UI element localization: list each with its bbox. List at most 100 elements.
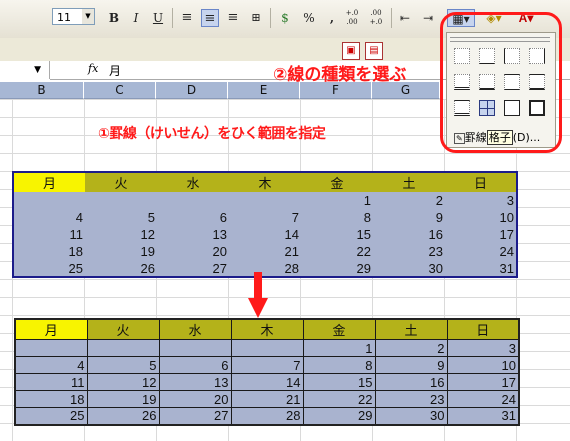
day-cell[interactable]: 27	[158, 407, 232, 425]
day-cell[interactable]: 22	[302, 390, 376, 408]
day-cell[interactable]: 24	[445, 243, 517, 260]
day-header[interactable]: 金	[301, 172, 373, 192]
day-header[interactable]: 月	[14, 318, 88, 340]
day-cell[interactable]: 10	[445, 209, 517, 226]
day-cell[interactable]: 6	[157, 209, 229, 226]
column-header-c[interactable]: C	[84, 82, 156, 99]
day-cell[interactable]: 9	[374, 356, 448, 374]
font-size-select[interactable]: 11 ▼	[52, 8, 95, 25]
day-cell[interactable]: 15	[301, 226, 373, 243]
increase-decimal-button[interactable]: +.0 .00	[343, 9, 361, 27]
day-cell[interactable]: 3	[446, 339, 520, 357]
comma-button[interactable]: ,	[323, 9, 341, 27]
calendar-with-borders[interactable]: 月 火 水 木 金 土 日 1 2 3 4 5 6 7 8 9 10 11 12…	[14, 318, 520, 426]
day-header[interactable]: 木	[230, 318, 304, 340]
day-cell[interactable]: 16	[373, 226, 445, 243]
day-cell[interactable]: 1	[301, 192, 373, 209]
day-cell[interactable]: 20	[157, 243, 229, 260]
day-cell[interactable]: 11	[14, 373, 88, 391]
day-cell[interactable]: 18	[13, 243, 85, 260]
day-cell[interactable]: 26	[86, 407, 160, 425]
day-cell[interactable]: 7	[229, 209, 301, 226]
drawing-icon[interactable]: ▤	[365, 42, 383, 60]
day-header[interactable]: 月	[13, 172, 85, 192]
day-header[interactable]: 水	[157, 172, 229, 192]
day-cell[interactable]: 21	[229, 243, 301, 260]
merge-center-icon[interactable]: ⊞	[247, 9, 265, 27]
currency-icon[interactable]: $	[276, 9, 294, 27]
day-cell[interactable]: 15	[302, 373, 376, 391]
day-cell[interactable]: 5	[86, 356, 160, 374]
day-cell[interactable]: 8	[302, 356, 376, 374]
underline-button[interactable]: U	[149, 9, 167, 27]
day-header[interactable]: 日	[445, 172, 517, 192]
day-header[interactable]: 土	[373, 172, 445, 192]
decrease-decimal-button[interactable]: .00 +.0	[367, 9, 385, 27]
day-cell[interactable]: 28	[230, 407, 304, 425]
day-header[interactable]: 金	[302, 318, 376, 340]
day-header[interactable]: 火	[85, 172, 157, 192]
day-cell[interactable]: 2	[373, 192, 445, 209]
column-header-b[interactable]: B	[0, 82, 84, 99]
day-cell[interactable]: 6	[158, 356, 232, 374]
percent-button[interactable]: %	[300, 9, 318, 27]
day-cell[interactable]: 31	[446, 407, 520, 425]
day-cell[interactable]: 30	[373, 260, 445, 277]
day-cell[interactable]: 23	[374, 390, 448, 408]
day-cell[interactable]	[85, 192, 157, 209]
day-cell[interactable]: 19	[85, 243, 157, 260]
day-cell[interactable]: 4	[14, 356, 88, 374]
align-right-icon[interactable]: ≡	[224, 9, 242, 27]
day-cell[interactable]	[13, 192, 85, 209]
day-cell[interactable]: 7	[230, 356, 304, 374]
day-header[interactable]: 木	[229, 172, 301, 192]
increase-indent-icon[interactable]: ⇥	[419, 9, 437, 27]
formula-value[interactable]: 月	[109, 62, 121, 79]
day-cell[interactable]: 20	[158, 390, 232, 408]
day-cell[interactable]: 29	[302, 407, 376, 425]
day-cell[interactable]	[14, 339, 88, 357]
day-cell[interactable]: 16	[374, 373, 448, 391]
day-cell[interactable]: 21	[230, 390, 304, 408]
day-cell[interactable]: 17	[446, 373, 520, 391]
day-cell[interactable]: 5	[85, 209, 157, 226]
day-cell[interactable]: 4	[13, 209, 85, 226]
day-cell[interactable]: 3	[445, 192, 517, 209]
day-cell[interactable]: 19	[86, 390, 160, 408]
day-header[interactable]: 土	[374, 318, 448, 340]
name-box[interactable]: ▼	[0, 61, 50, 79]
column-header-d[interactable]: D	[156, 82, 228, 99]
day-cell[interactable]: 1	[302, 339, 376, 357]
day-cell[interactable]: 24	[446, 390, 520, 408]
day-header[interactable]: 火	[86, 318, 160, 340]
day-header[interactable]: 水	[158, 318, 232, 340]
day-cell[interactable]: 26	[85, 260, 157, 277]
day-cell[interactable]: 30	[374, 407, 448, 425]
day-cell[interactable]: 2	[374, 339, 448, 357]
day-cell[interactable]: 11	[13, 226, 85, 243]
day-cell[interactable]	[157, 192, 229, 209]
day-cell[interactable]: 25	[14, 407, 88, 425]
italic-button[interactable]: I	[127, 9, 145, 27]
day-cell[interactable]: 12	[86, 373, 160, 391]
day-cell[interactable]: 10	[446, 356, 520, 374]
bold-button[interactable]: B	[105, 9, 123, 27]
day-cell[interactable]	[230, 339, 304, 357]
day-cell[interactable]: 8	[301, 209, 373, 226]
day-cell[interactable]: 17	[445, 226, 517, 243]
day-cell[interactable]: 22	[301, 243, 373, 260]
day-cell[interactable]: 9	[373, 209, 445, 226]
day-cell[interactable]: 18	[14, 390, 88, 408]
day-cell[interactable]: 31	[445, 260, 517, 277]
day-cell[interactable]	[158, 339, 232, 357]
day-cell[interactable]	[86, 339, 160, 357]
day-cell[interactable]: 14	[229, 226, 301, 243]
align-left-icon[interactable]: ≡	[178, 9, 196, 27]
align-center-icon[interactable]: ≡	[201, 9, 219, 27]
day-cell[interactable]: 12	[85, 226, 157, 243]
chart-icon[interactable]: ▣	[342, 42, 360, 60]
day-cell[interactable]: 13	[157, 226, 229, 243]
day-cell[interactable]: 29	[301, 260, 373, 277]
day-cell[interactable]	[229, 192, 301, 209]
day-cell[interactable]: 14	[230, 373, 304, 391]
